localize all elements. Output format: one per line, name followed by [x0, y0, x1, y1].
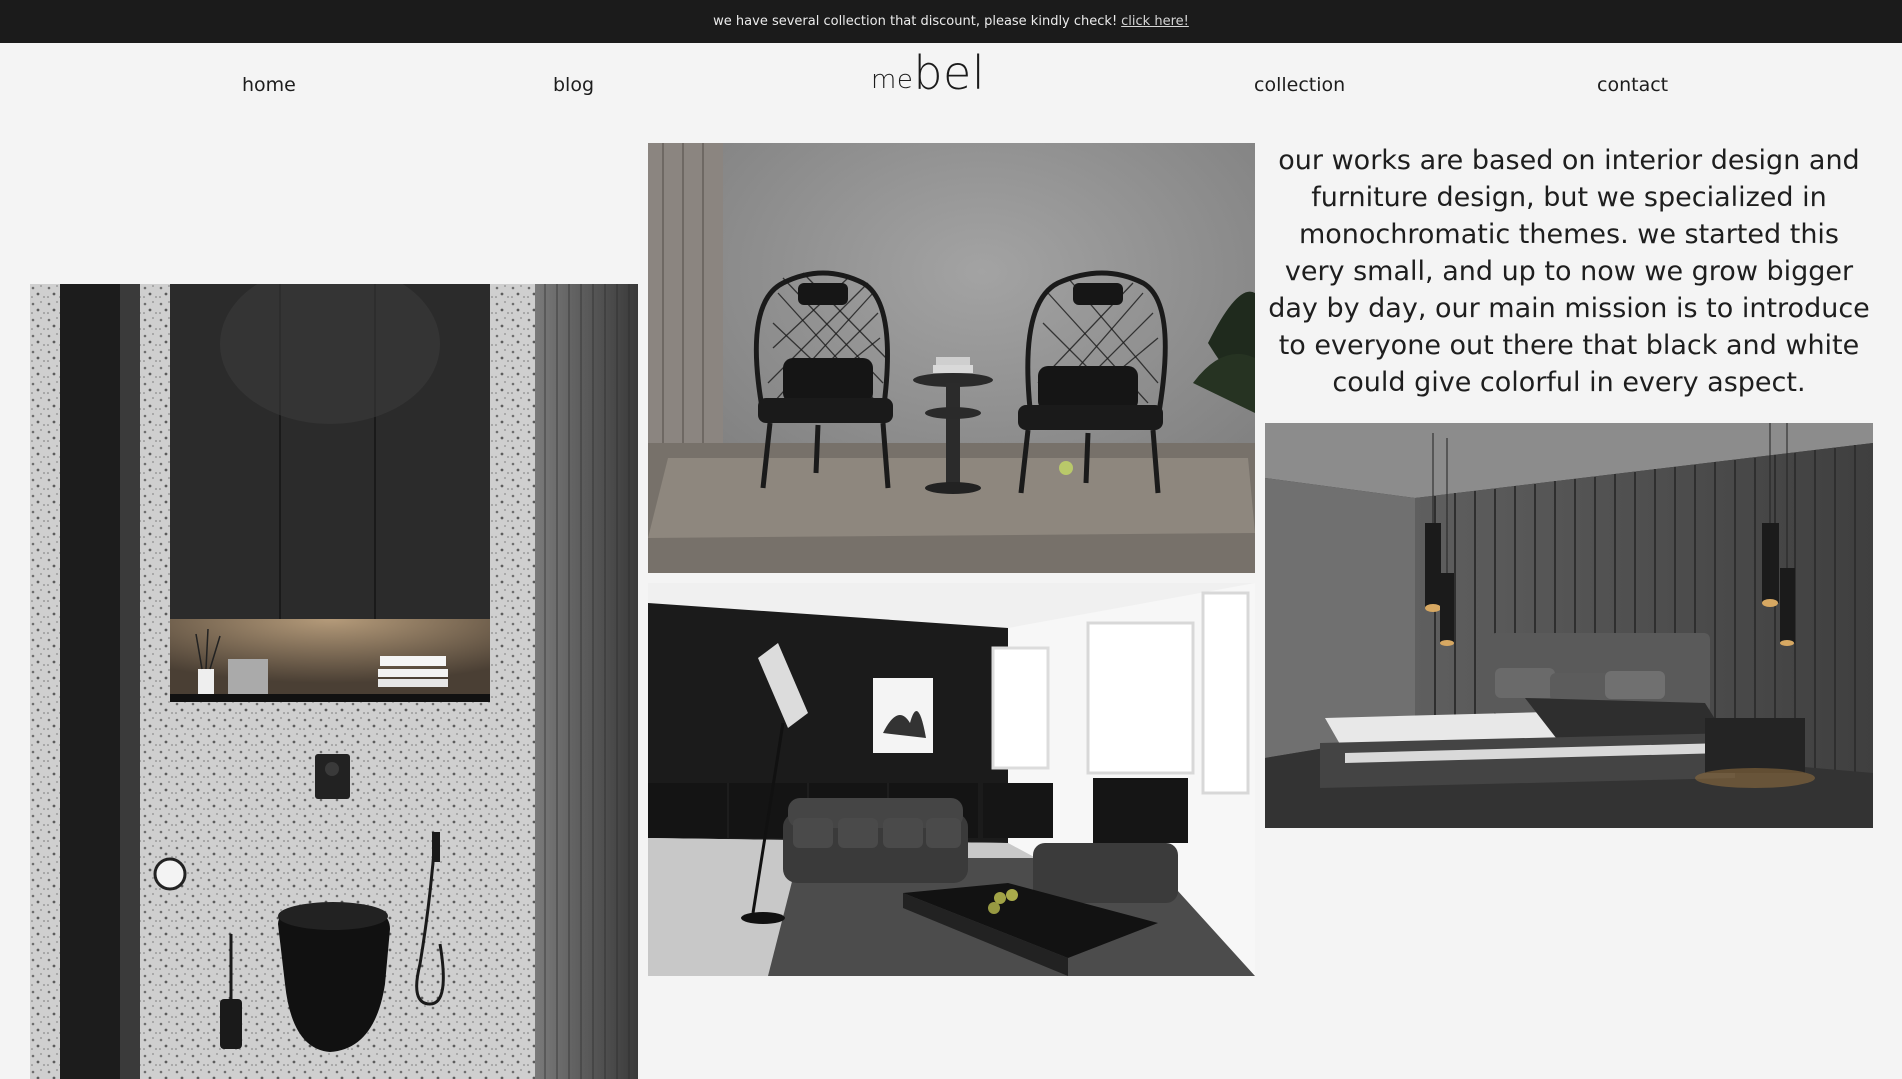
lounge-chairs-image [648, 143, 1255, 573]
site-logo[interactable]: me bel [871, 46, 985, 96]
bathroom-interior-image [30, 284, 638, 1079]
bedroom-image [1265, 423, 1873, 828]
announcement-text: we have several collection that discount… [713, 14, 1118, 29]
logo-wordmark: bel [913, 46, 986, 100]
announcement-bar: we have several collection that discount… [0, 0, 1902, 43]
about-description: our works are based on interior design a… [1268, 145, 1870, 398]
living-room-image [648, 583, 1255, 976]
nav-collection[interactable]: collection [1254, 74, 1345, 96]
discount-link[interactable]: click here! [1121, 14, 1189, 29]
nav-home[interactable]: home [242, 74, 296, 96]
nav-contact[interactable]: contact [1597, 74, 1668, 96]
logo-prefix: me [871, 65, 914, 95]
nav-blog[interactable]: blog [553, 74, 594, 96]
